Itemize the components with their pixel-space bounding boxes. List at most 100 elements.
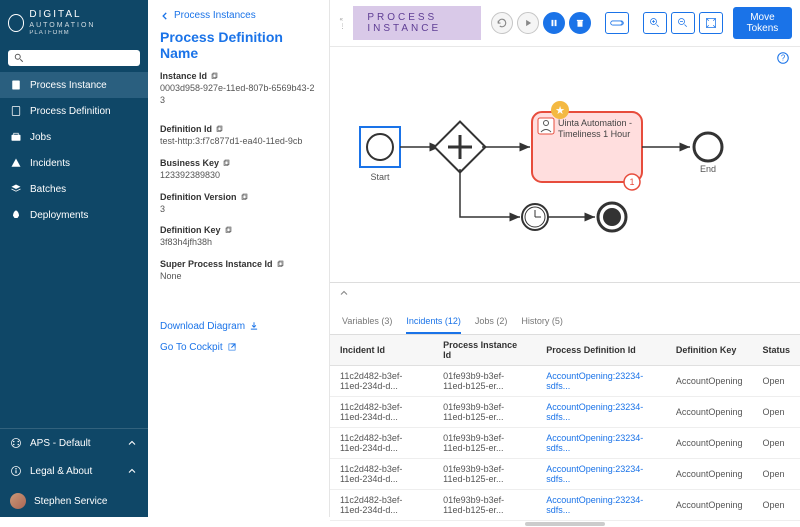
- cell: 01fe93b9-b3ef-11ed-b125-er...: [433, 366, 536, 397]
- download-icon: [249, 321, 259, 331]
- cell-link[interactable]: AccountOpening:23234-sdfs...: [536, 490, 666, 521]
- table-row[interactable]: 11c2d482-b3ef-11ed-234d-d...01fe93b9-b3e…: [330, 428, 800, 459]
- user-name: Stephen Service: [34, 496, 107, 507]
- col-header[interactable]: Process Definition Id: [536, 335, 666, 366]
- cell: 01fe93b9-b3ef-11ed-b125-er...: [433, 459, 536, 490]
- cell-link[interactable]: AccountOpening:23234-sdfs...: [536, 428, 666, 459]
- play-button[interactable]: [517, 12, 539, 34]
- cell: 11c2d482-b3ef-11ed-234d-d...: [330, 397, 433, 428]
- cell: 11c2d482-b3ef-11ed-234d-d...: [330, 459, 433, 490]
- tab-history[interactable]: History (5): [521, 312, 563, 334]
- tenant-selector[interactable]: APS - Default: [0, 429, 148, 457]
- field-value: 3f83h4jfh38h: [160, 237, 317, 249]
- cell: Open: [752, 459, 800, 490]
- fit-button[interactable]: [699, 12, 723, 34]
- field-value: 0003d958-927e-11ed-807b-6569b43-23: [160, 83, 317, 106]
- cell: Open: [752, 428, 800, 459]
- cell-link[interactable]: AccountOpening:23234-sdfs...: [536, 366, 666, 397]
- bpmn-diagram[interactable]: Start Uinta Automation - Timeliness 1 Ho…: [330, 72, 800, 282]
- cell-link[interactable]: AccountOpening:23234-sdfs...: [536, 397, 666, 428]
- page-title: Process Definition Name: [160, 29, 317, 61]
- grid-icon: [10, 437, 22, 449]
- end-event-label: End: [700, 164, 716, 174]
- col-header[interactable]: Status: [752, 335, 800, 366]
- copy-icon[interactable]: [215, 125, 223, 133]
- move-tokens-button[interactable]: Move Tokens: [733, 7, 792, 39]
- detail-field: Instance Id 0003d958-927e-11ed-807b-6569…: [160, 71, 317, 106]
- zoom-in-button[interactable]: [643, 12, 667, 34]
- toolbar: «⋮ PROCESS INSTANCE Move Tokens: [330, 0, 800, 47]
- back-link[interactable]: Process Instances: [160, 10, 317, 21]
- search-input[interactable]: [8, 50, 140, 66]
- table-row[interactable]: 11c2d482-b3ef-11ed-234d-d...01fe93b9-b3e…: [330, 490, 800, 521]
- start-event-label: Start: [370, 172, 390, 182]
- main-panel: «⋮ PROCESS INSTANCE Move Tokens ?: [330, 0, 800, 517]
- sidebar-item-label: Deployments: [30, 210, 88, 221]
- sidebar-item-process-instance[interactable]: Process Instance: [0, 72, 148, 98]
- restart-button[interactable]: [491, 12, 513, 34]
- copy-icon[interactable]: [224, 226, 232, 234]
- tab-jobs[interactable]: Jobs (2): [475, 312, 508, 334]
- cell-link[interactable]: AccountOpening:23234-sdfs...: [536, 459, 666, 490]
- arrow-left-icon: [160, 11, 170, 21]
- collapse-panel-button[interactable]: «⋮: [338, 17, 347, 30]
- token-count: 1: [629, 177, 634, 187]
- detail-field: Definition Key 3f83h4jfh38h: [160, 225, 317, 249]
- tab-variables[interactable]: Variables (3): [342, 312, 392, 334]
- sidebar-item-jobs[interactable]: Jobs: [0, 124, 148, 150]
- cell: AccountOpening: [666, 490, 753, 521]
- detail-field: Definition Id test-http:3:f7c877d1-ea40-…: [160, 124, 317, 148]
- cell: 01fe93b9-b3ef-11ed-b125-er...: [433, 428, 536, 459]
- sidebar-item-label: Jobs: [30, 132, 51, 143]
- sidebar-item-process-definition[interactable]: Process Definition: [0, 98, 148, 124]
- logo-icon: [8, 14, 24, 32]
- table-row[interactable]: 11c2d482-b3ef-11ed-234d-d...01fe93b9-b3e…: [330, 397, 800, 428]
- layers-icon: [10, 183, 22, 195]
- warning-icon: [10, 157, 22, 169]
- cell: Open: [752, 366, 800, 397]
- delete-button[interactable]: [569, 12, 591, 34]
- incidents-table: Incident IdProcess Instance IdProcess De…: [330, 335, 800, 521]
- field-value: 123392389830: [160, 170, 317, 182]
- col-header[interactable]: Definition Key: [666, 335, 753, 366]
- go-to-cockpit-link[interactable]: Go To Cockpit: [160, 342, 317, 353]
- table-row[interactable]: 11c2d482-b3ef-11ed-234d-d...01fe93b9-b3e…: [330, 366, 800, 397]
- copy-icon[interactable]: [240, 193, 248, 201]
- cell: 01fe93b9-b3ef-11ed-b125-er...: [433, 397, 536, 428]
- cell: Open: [752, 490, 800, 521]
- legal-about[interactable]: Legal & About: [0, 457, 148, 485]
- help-button[interactable]: ?: [766, 47, 800, 72]
- document-icon: [10, 79, 22, 91]
- rocket-icon: [10, 209, 22, 221]
- table-row[interactable]: 11c2d482-b3ef-11ed-234d-d...01fe93b9-b3e…: [330, 459, 800, 490]
- brand-line2: AUTOMATION: [29, 22, 95, 29]
- field-label: Definition Key: [160, 225, 317, 235]
- cell: AccountOpening: [666, 459, 753, 490]
- col-header[interactable]: Incident Id: [330, 335, 433, 366]
- panel-toggle[interactable]: [330, 283, 800, 306]
- cell: AccountOpening: [666, 397, 753, 428]
- cell: AccountOpening: [666, 366, 753, 397]
- pause-button[interactable]: [543, 12, 565, 34]
- brand-logo: DIGITAL AUTOMATION PLATFORM: [0, 0, 148, 46]
- copy-icon[interactable]: [210, 72, 218, 80]
- copy-icon[interactable]: [276, 260, 284, 268]
- sidebar-item-label: Process Definition: [30, 106, 111, 117]
- link-label: Download Diagram: [160, 321, 245, 332]
- copy-icon[interactable]: [222, 159, 230, 167]
- scroll-indicator[interactable]: [330, 521, 800, 527]
- zoom-out-button[interactable]: [671, 12, 695, 34]
- download-diagram-link[interactable]: Download Diagram: [160, 321, 317, 332]
- document-icon: [10, 105, 22, 117]
- loop-button[interactable]: [605, 12, 629, 34]
- sidebar-item-batches[interactable]: Batches: [0, 176, 148, 202]
- field-label: Definition Id: [160, 124, 317, 134]
- sidebar-item-incidents[interactable]: Incidents: [0, 150, 148, 176]
- tab-incidents[interactable]: Incidents (12): [406, 312, 461, 334]
- sidebar-item-deployments[interactable]: Deployments: [0, 202, 148, 228]
- detail-field: Super Process Instance Id None: [160, 259, 317, 283]
- cell: Open: [752, 397, 800, 428]
- col-header[interactable]: Process Instance Id: [433, 335, 536, 366]
- user-menu[interactable]: Stephen Service: [0, 485, 148, 517]
- details-panel: Process Instances Process Definition Nam…: [148, 0, 330, 517]
